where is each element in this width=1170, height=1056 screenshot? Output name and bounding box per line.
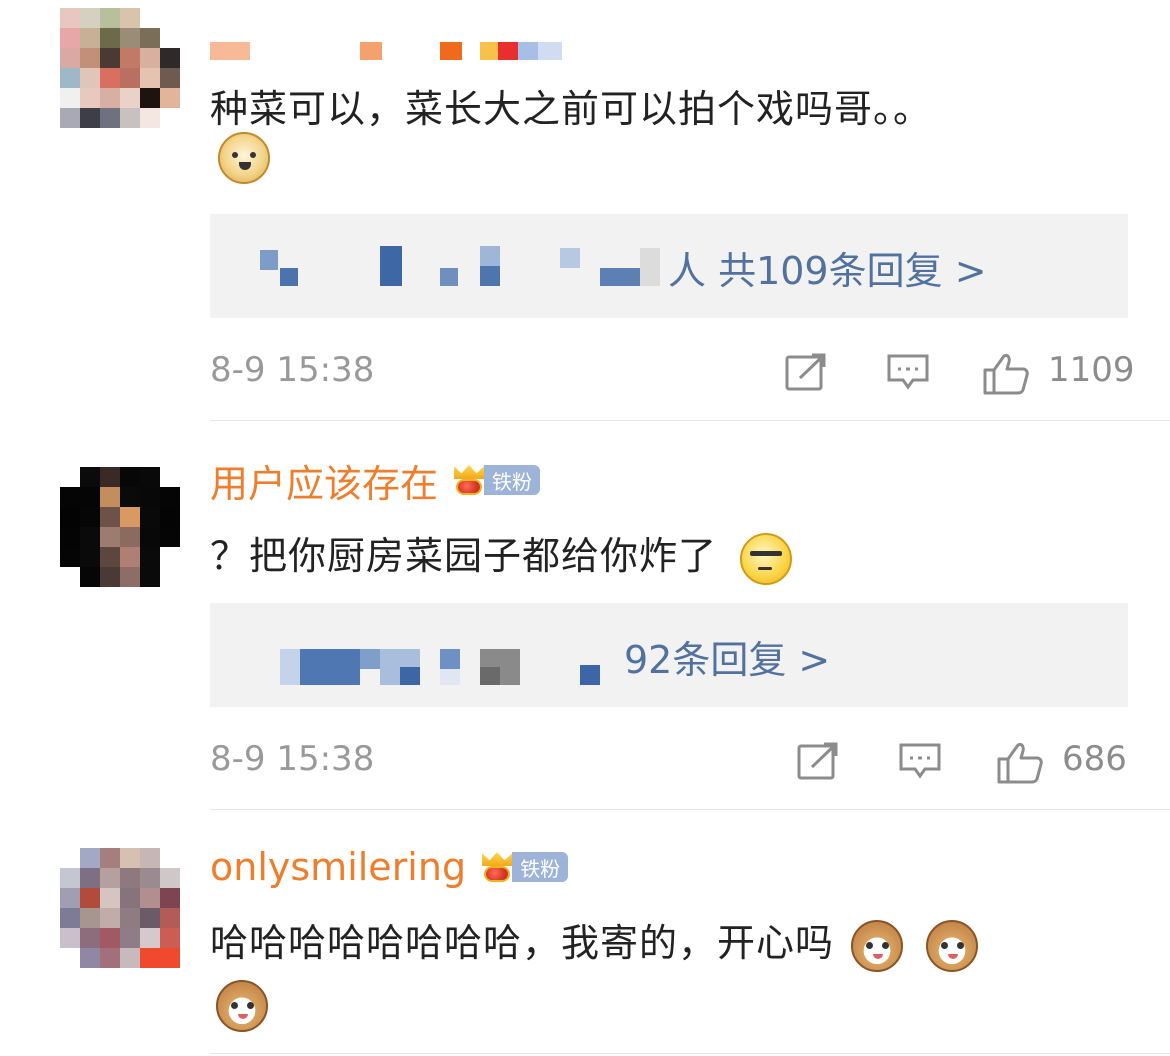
cat-emoji-icon (926, 919, 979, 972)
username[interactable]: 用户应该存在 (210, 453, 438, 508)
like-count: 686 (1062, 739, 1127, 779)
fan-badge-label: 铁粉 (484, 465, 541, 495)
repost-icon[interactable] (784, 352, 828, 396)
username-blurred[interactable] (210, 26, 562, 76)
avatar[interactable] (60, 848, 180, 968)
divider (210, 1053, 1170, 1054)
comment-meta: 8-9 15:38 1109 (210, 350, 1135, 402)
comment-text: 种菜可以，菜长大之前可以拍个戏吗哥。。 (210, 78, 932, 133)
comment-text: 哈哈哈哈哈哈哈哈，我寄的，开心吗 (210, 912, 979, 972)
username-row: onlysmilering 铁粉 (210, 842, 569, 892)
emoji-row (216, 980, 268, 1032)
cat-emoji-icon (851, 919, 904, 972)
doge-emoji-icon (218, 132, 270, 184)
crown-icon (480, 850, 514, 884)
avatar[interactable] (60, 467, 180, 587)
view-replies-link[interactable]: 人 共109条回复 > (668, 240, 987, 295)
timestamp: 8-9 15:38 (210, 739, 375, 779)
comment-text-body: 种菜可以，菜长大之前可以拍个戏吗哥。。 (210, 87, 933, 131)
comment-content: onlysmilering 铁粉 哈哈哈哈哈哈哈哈，我寄的，开心吗 (210, 842, 1130, 1056)
comment-text-body: ？把你厨房菜园子都给你炸了 (210, 534, 718, 578)
fan-badge-label: 铁粉 (512, 852, 569, 882)
crown-icon (452, 463, 486, 497)
cool-emoji-icon (740, 532, 793, 585)
avatar[interactable] (60, 8, 180, 128)
comment-text-body: 哈哈哈哈哈哈哈哈，我寄的，开心吗 (210, 921, 835, 965)
username[interactable]: onlysmilering (210, 845, 466, 889)
fan-badge[interactable]: 铁粉 (452, 461, 541, 499)
comment-text: ？把你厨房菜园子都给你炸了 (210, 525, 793, 585)
comment-item: onlysmilering 铁粉 哈哈哈哈哈哈哈哈，我寄的，开心吗 (0, 810, 1170, 1056)
timestamp: 8-9 15:38 (210, 350, 375, 390)
view-replies-link[interactable]: 92条回复 > (624, 629, 830, 684)
repost-icon[interactable] (796, 741, 840, 785)
comment-icon[interactable] (898, 741, 942, 785)
comment-icon[interactable] (886, 352, 930, 396)
emoji-row (218, 132, 270, 184)
cat-emoji-icon (216, 980, 268, 1032)
replies-box[interactable]: 人 共109条回复 > (210, 214, 1128, 318)
replies-box[interactable]: 92条回复 > (210, 603, 1128, 707)
fan-badge[interactable]: 铁粉 (480, 848, 569, 886)
comment-item: 用户应该存在 铁粉 ？把你厨房菜园子都给你炸了 92条回复 > 8-9 15:3… (0, 421, 1170, 809)
like-count: 1109 (1048, 350, 1135, 390)
comment-item: 种菜可以，菜长大之前可以拍个戏吗哥。。 人 共109条回复 > 8-9 15:3… (0, 0, 1170, 420)
username-row: 用户应该存在 铁粉 (210, 453, 541, 508)
thumbs-up-icon[interactable] (996, 741, 1044, 789)
thumbs-up-icon[interactable] (982, 352, 1030, 400)
comment-meta: 8-9 15:38 686 (210, 739, 1128, 791)
